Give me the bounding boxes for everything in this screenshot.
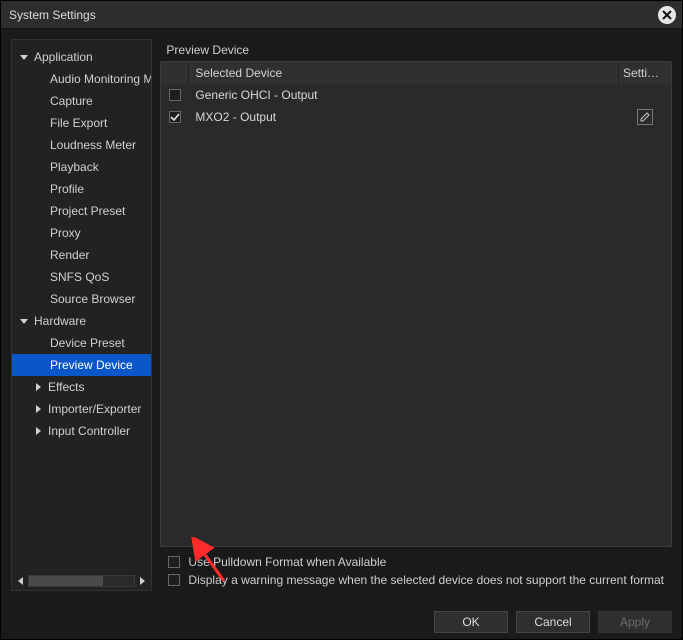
row-settings [619,84,671,106]
row-checkbox-cell [161,84,189,106]
tree-label: File Export [46,116,107,130]
row-checkbox-cell [161,106,189,128]
column-selected-device[interactable]: Selected Device [189,62,619,84]
device-checkbox-mxo2[interactable] [169,111,181,123]
tree-section-input-controller[interactable]: Input Controller [12,420,151,442]
tree-section-effects[interactable]: Effects [12,376,151,398]
tree-item-capture[interactable]: Capture [12,90,151,112]
tree-section-application[interactable]: Application [12,46,151,68]
chevron-right-icon [32,427,44,435]
pencil-icon [639,111,651,123]
panel-title: Preview Device [160,39,672,61]
tree-label: Device Preset [46,336,125,350]
check-icon [170,112,180,122]
column-checkbox [161,62,189,84]
tree-item-proxy[interactable]: Proxy [12,222,151,244]
ok-button[interactable]: OK [434,611,508,633]
content-area: Application Audio Monitoring Mode Captur… [1,29,682,639]
scrollbar-track[interactable] [28,575,135,587]
tree-label: Source Browser [46,292,135,306]
tree-label: SNFS QoS [46,270,109,284]
chevron-right-icon [32,405,44,413]
tree-section-importer-exporter[interactable]: Importer/Exporter [12,398,151,420]
tree-label: Effects [44,380,84,394]
tree-label: Profile [46,182,84,196]
device-table: Selected Device Setti… Generic OHCI - Ou… [160,61,672,547]
window-title: System Settings [9,8,96,22]
table-row[interactable]: Generic OHCI - Output [161,84,671,106]
tree-label: Audio Monitoring Mode [46,72,152,86]
panel-options: Use Pulldown Format when Available Displ… [160,547,672,591]
table-header: Selected Device Setti… [161,62,671,84]
row-settings [619,106,671,128]
tree-label: Capture [46,94,93,108]
tree-label: Proxy [46,226,81,240]
option-pulldown-row: Use Pulldown Format when Available [162,553,670,571]
row-name: MXO2 - Output [189,106,619,128]
sidebar-horizontal-scrollbar[interactable] [14,574,149,588]
device-checkbox-generic-ohci[interactable] [169,89,181,101]
settings-tree: Application Audio Monitoring Mode Captur… [11,39,152,591]
chevron-down-icon [18,317,30,325]
content-layout: Application Audio Monitoring Mode Captur… [11,39,672,591]
table-body: Generic OHCI - Output MXO2 - Output [161,84,671,546]
tree-item-audio-monitoring-mode[interactable]: Audio Monitoring Mode [12,68,151,90]
cancel-button[interactable]: Cancel [516,611,590,633]
tree-item-loudness-meter[interactable]: Loudness Meter [12,134,151,156]
tree-item-render[interactable]: Render [12,244,151,266]
system-settings-window: System Settings Application Audio Monito… [0,0,683,640]
preview-device-panel: Preview Device Selected Device Setti… Ge… [160,39,672,591]
column-settings[interactable]: Setti… [619,62,671,84]
apply-button[interactable]: Apply [598,611,672,633]
tree-item-device-preset[interactable]: Device Preset [12,332,151,354]
titlebar: System Settings [1,1,682,29]
tree-label: Application [30,50,93,64]
scroll-right-icon[interactable] [135,574,149,588]
tree-label: Importer/Exporter [44,402,141,416]
dialog-footer: OK Cancel Apply [1,605,682,639]
tree-label: Render [46,248,89,262]
tree-label: Input Controller [44,424,130,438]
chevron-down-icon [18,53,30,61]
device-settings-button[interactable] [637,109,653,125]
chevron-right-icon [32,383,44,391]
option-warning-label: Display a warning message when the selec… [188,573,664,587]
tree-label: Preview Device [46,358,133,372]
tree-item-snfs-qos[interactable]: SNFS QoS [12,266,151,288]
tree-label: Project Preset [46,204,125,218]
table-row[interactable]: MXO2 - Output [161,106,671,128]
tree-label: Hardware [30,314,86,328]
option-pulldown-checkbox[interactable] [168,556,180,568]
tree-item-project-preset[interactable]: Project Preset [12,200,151,222]
tree-label: Playback [46,160,99,174]
tree-item-profile[interactable]: Profile [12,178,151,200]
close-button[interactable] [658,6,676,24]
tree-item-file-export[interactable]: File Export [12,112,151,134]
row-name: Generic OHCI - Output [189,84,619,106]
option-warning-checkbox[interactable] [168,574,180,586]
option-warning-row: Display a warning message when the selec… [162,571,670,589]
tree-item-source-browser[interactable]: Source Browser [12,288,151,310]
option-pulldown-label: Use Pulldown Format when Available [188,555,386,569]
tree-section-hardware[interactable]: Hardware [12,310,151,332]
scroll-left-icon[interactable] [14,574,28,588]
tree-item-playback[interactable]: Playback [12,156,151,178]
tree-item-preview-device[interactable]: Preview Device [12,354,151,376]
scrollbar-thumb[interactable] [29,576,103,586]
close-icon [662,10,672,20]
tree-label: Loudness Meter [46,138,136,152]
